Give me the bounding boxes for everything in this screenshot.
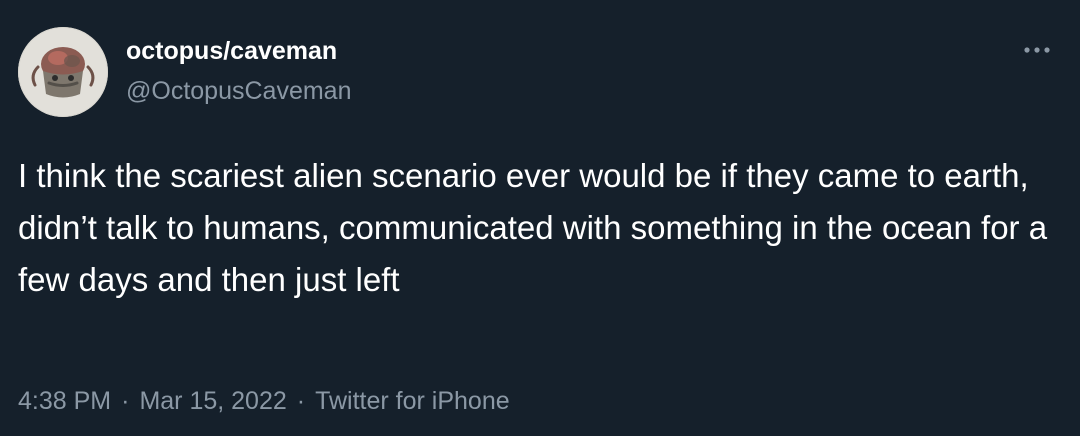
tweet-metadata: 4:38 PM · Mar 15, 2022 · Twitter for iPh… xyxy=(18,385,510,417)
tweet-card: octopus/caveman @OctopusCaveman I think … xyxy=(0,0,1080,436)
tweet-time[interactable]: 4:38 PM xyxy=(18,385,111,417)
more-options-button[interactable] xyxy=(1020,38,1054,62)
tweet-source-link[interactable]: Twitter for iPhone xyxy=(315,385,510,417)
metadata-separator: · xyxy=(121,387,130,415)
username-handle[interactable]: @OctopusCaveman xyxy=(126,76,351,106)
tweet-date[interactable]: Mar 15, 2022 xyxy=(139,385,286,417)
metadata-separator: · xyxy=(296,387,306,415)
display-name[interactable]: octopus/caveman xyxy=(126,36,337,66)
more-options-icon xyxy=(1024,47,1050,53)
avatar[interactable] xyxy=(18,27,108,117)
tweet-text: I think the scariest alien scenario ever… xyxy=(18,157,1048,298)
